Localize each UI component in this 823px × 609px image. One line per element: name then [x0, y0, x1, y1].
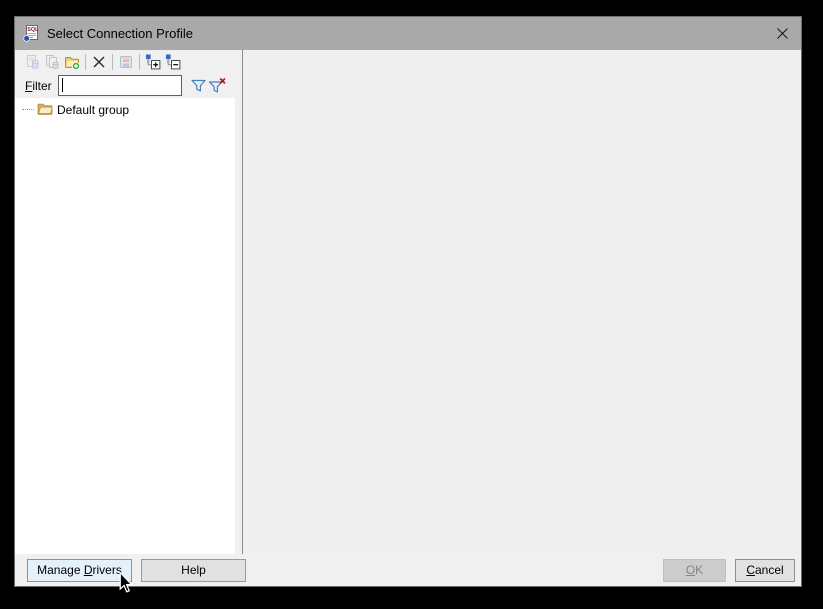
svg-text:SQL: SQL — [27, 27, 39, 33]
paste-connection-icon[interactable] — [42, 52, 62, 72]
filter-label: Filter — [25, 79, 52, 93]
connection-list-panel: Filter — [15, 50, 235, 554]
sql-file-icon: SQL — [23, 25, 40, 42]
window-title: Select Connection Profile — [47, 26, 193, 41]
manage-drivers-button[interactable]: Manage Drivers — [27, 559, 132, 582]
cancel-button[interactable]: Cancel — [735, 559, 795, 582]
expand-all-icon[interactable] — [143, 52, 163, 72]
select-connection-profile-dialog: SQL Select Connection Profile — [14, 16, 802, 587]
connection-tree: Default group — [15, 98, 235, 554]
filter-input[interactable] — [58, 75, 183, 96]
connection-details-panel — [243, 50, 801, 554]
filter-row: Filter — [15, 73, 235, 98]
help-button[interactable]: Help — [141, 559, 246, 582]
copy-connection-icon[interactable] — [22, 52, 42, 72]
clear-filter-icon[interactable] — [208, 76, 227, 96]
text-caret — [62, 78, 63, 92]
toolbar-separator — [112, 54, 113, 70]
dialog-content: Filter — [15, 50, 801, 554]
save-icon[interactable] — [116, 52, 136, 72]
folder-icon — [37, 101, 53, 119]
delete-icon[interactable] — [89, 52, 109, 72]
titlebar: SQL Select Connection Profile — [15, 17, 801, 50]
toolbar-separator — [85, 54, 86, 70]
filter-icon[interactable] — [189, 76, 208, 96]
new-folder-icon[interactable] — [62, 52, 82, 72]
tree-item-label: Default group — [57, 103, 129, 117]
ok-button[interactable]: OK — [663, 559, 726, 582]
profile-toolbar — [15, 50, 235, 73]
collapse-all-icon[interactable] — [163, 52, 183, 72]
tree-connector — [22, 109, 34, 110]
panel-sash[interactable] — [235, 50, 242, 554]
mouse-cursor — [119, 572, 133, 599]
tree-item-default-group[interactable]: Default group — [15, 101, 235, 118]
toolbar-separator — [139, 54, 140, 70]
close-icon[interactable] — [763, 17, 801, 50]
